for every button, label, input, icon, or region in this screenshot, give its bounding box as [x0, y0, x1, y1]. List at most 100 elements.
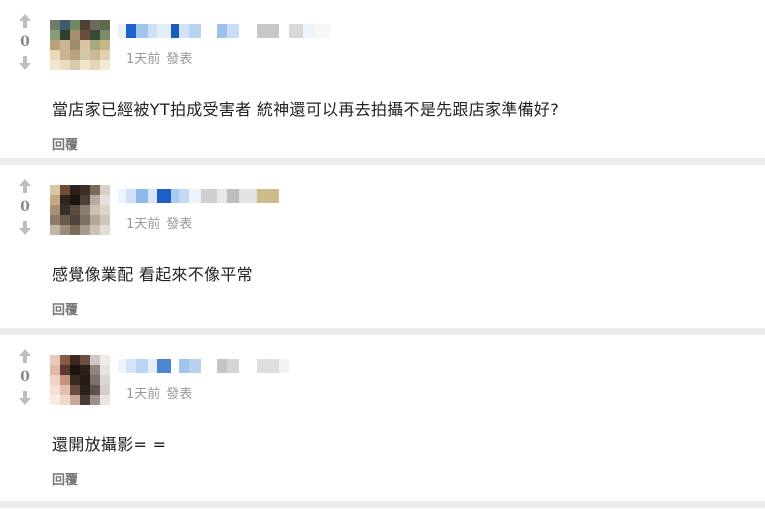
- comment-meta: 1天前 發表: [126, 48, 192, 67]
- username-pixel: [157, 359, 171, 373]
- avatar-pixel: [100, 60, 110, 70]
- avatar-pixel: [70, 385, 80, 395]
- avatar-pixel: [60, 355, 70, 365]
- avatar-pixel: [100, 40, 110, 50]
- vote-score: 0: [20, 34, 30, 50]
- avatar-pixel: [70, 225, 80, 235]
- avatar-pixel: [70, 395, 80, 405]
- avatar-pixel: [80, 215, 90, 225]
- avatar-pixel: [50, 185, 60, 195]
- reply-button[interactable]: 回覆: [52, 299, 78, 318]
- avatar-pixel: [90, 375, 100, 385]
- username-pixelated[interactable]: [118, 22, 331, 40]
- username-pixel: [126, 359, 136, 373]
- avatar-pixel: [70, 20, 80, 30]
- username-pixel: [279, 189, 289, 203]
- username-pixel: [189, 189, 201, 203]
- avatar-pixel: [80, 40, 90, 50]
- avatar-pixel: [80, 185, 90, 195]
- avatar-pixel: [70, 355, 80, 365]
- avatar-pixel: [50, 375, 60, 385]
- reply-button[interactable]: 回覆: [52, 134, 78, 153]
- comment-text: 感覺像業配 看起來不像平常: [52, 265, 253, 284]
- username-pixel: [189, 359, 201, 373]
- upvote-arrow-icon[interactable]: [16, 12, 34, 30]
- avatar-pixel: [80, 50, 90, 60]
- avatar-pixel: [100, 395, 110, 405]
- username-pixel: [118, 359, 126, 373]
- avatar-pixel: [60, 50, 70, 60]
- avatar-pixel: [80, 385, 90, 395]
- avatar[interactable]: [50, 185, 110, 235]
- avatar-pixel: [60, 365, 70, 375]
- downvote-arrow-icon[interactable]: [16, 219, 34, 237]
- username-pixel: [201, 24, 217, 38]
- avatar-pixel: [90, 195, 100, 205]
- upvote-arrow-icon[interactable]: [16, 347, 34, 365]
- avatar-pixel: [60, 20, 70, 30]
- avatar[interactable]: [50, 355, 110, 405]
- comment-item: 0 1天前 發表 還開放攝影= = 回覆: [0, 335, 765, 508]
- username-pixel: [118, 189, 126, 203]
- username-pixel: [126, 24, 136, 38]
- comment-text: 當店家已經被YT拍成受害者 統神還可以再去拍攝不是先跟店家準備好?: [52, 100, 560, 119]
- avatar-pixel: [50, 40, 60, 50]
- avatar-pixel: [90, 365, 100, 375]
- avatar-pixel: [100, 225, 110, 235]
- upvote-arrow-icon[interactable]: [16, 177, 34, 195]
- avatar-pixel: [60, 60, 70, 70]
- avatar-pixel: [70, 215, 80, 225]
- reply-button[interactable]: 回覆: [52, 469, 78, 488]
- avatar-pixel: [80, 225, 90, 235]
- username-pixel: [239, 189, 257, 203]
- avatar-pixel: [60, 40, 70, 50]
- comment-action-label: 發表: [166, 52, 193, 67]
- avatar-pixel: [80, 355, 90, 365]
- avatar-pixel: [60, 385, 70, 395]
- avatar-pixel: [90, 385, 100, 395]
- username-pixel: [279, 24, 289, 38]
- avatar-pixel: [70, 40, 80, 50]
- avatar-pixel: [100, 20, 110, 30]
- username-pixelated[interactable]: [118, 187, 289, 205]
- avatar-pixel: [100, 215, 110, 225]
- comment-item: 0 1天前 發表 當店家已經被YT拍成受害者 統神還可以再去拍攝不是先跟店家準備好…: [0, 0, 765, 165]
- username-pixel: [227, 24, 239, 38]
- avatar-pixel: [80, 365, 90, 375]
- avatar-pixel: [70, 185, 80, 195]
- username-pixelated[interactable]: [118, 357, 289, 375]
- avatar-pixel: [80, 395, 90, 405]
- downvote-arrow-icon[interactable]: [16, 54, 34, 72]
- avatar-pixel: [80, 195, 90, 205]
- vote-control: 0: [13, 177, 37, 237]
- username-pixel: [179, 359, 189, 373]
- username-pixel: [148, 24, 157, 38]
- username-pixel: [148, 189, 157, 203]
- username-pixel: [136, 24, 148, 38]
- avatar-pixel: [60, 30, 70, 40]
- avatar-pixel: [90, 225, 100, 235]
- avatar-pixel: [70, 375, 80, 385]
- username-pixel: [136, 189, 148, 203]
- avatar-pixel: [50, 355, 60, 365]
- username-pixel: [257, 189, 279, 203]
- avatar-pixel: [60, 215, 70, 225]
- username-pixel: [118, 24, 126, 38]
- avatar-pixel: [70, 30, 80, 40]
- username-pixel: [289, 24, 303, 38]
- avatar-pixel: [70, 50, 80, 60]
- username-pixel: [171, 359, 179, 373]
- username-pixel: [136, 359, 148, 373]
- username-pixel: [217, 359, 227, 373]
- avatar[interactable]: [50, 20, 110, 70]
- username-pixel: [157, 24, 171, 38]
- username-pixel: [257, 24, 279, 38]
- downvote-arrow-icon[interactable]: [16, 389, 34, 407]
- avatar-pixel: [100, 205, 110, 215]
- comment-meta: 1天前 發表: [126, 383, 192, 402]
- comment-meta: 1天前 發表: [126, 213, 192, 232]
- avatar-pixel: [90, 355, 100, 365]
- username-pixel: [171, 24, 179, 38]
- username-pixel: [157, 189, 171, 203]
- username-pixel: [189, 24, 201, 38]
